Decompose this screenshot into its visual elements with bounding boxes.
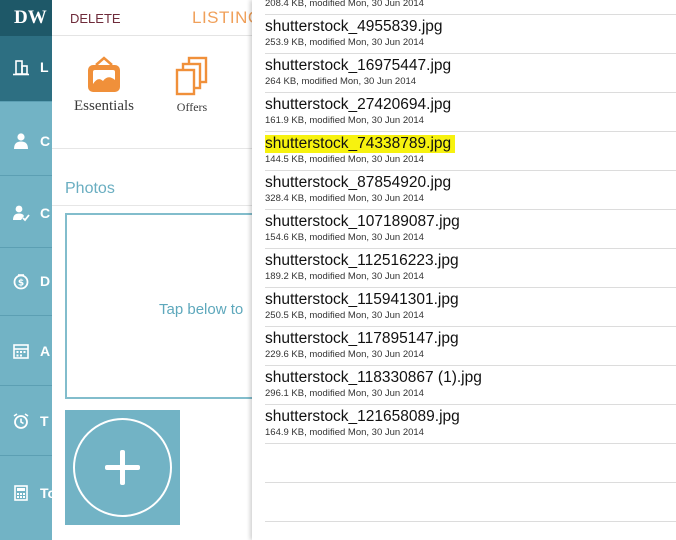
file-name: shutterstock_118330867 (1).jpg — [265, 369, 482, 386]
nav-item-tasks[interactable]: T — [0, 390, 52, 456]
file-meta: 250.5 KB, modified Mon, 30 Jun 2014 — [265, 310, 424, 321]
file-meta: 229.6 KB, modified Mon, 30 Jun 2014 — [265, 349, 424, 360]
file-name: shutterstock_112516223.jpg — [265, 252, 459, 269]
svg-text:$: $ — [18, 279, 24, 289]
nav-item-label: C — [40, 133, 51, 149]
nav-item-listings[interactable]: L — [0, 36, 52, 102]
file-meta: 189.2 KB, modified Mon, 30 Jun 2014 — [265, 271, 424, 282]
file-row[interactable]: shutterstock_16975447.jpg 264 KB, modifie… — [265, 54, 676, 93]
file-meta: 328.4 KB, modified Mon, 30 Jun 2014 — [265, 193, 424, 204]
calendar-icon — [12, 342, 30, 360]
alarm-clock-icon — [12, 412, 30, 430]
divider — [52, 205, 252, 206]
empty-row — [265, 522, 676, 540]
offers-label: Offers — [176, 100, 208, 114]
photos-heading: Photos — [65, 180, 115, 197]
file-row[interactable]: shutterstock_112516223.jpg 189.2 KB, modi… — [265, 249, 676, 288]
file-name: shutterstock_87854920.jpg — [265, 174, 452, 191]
file-name: shutterstock_74338789.jpg — [265, 135, 456, 153]
nav-item-tools[interactable]: To — [0, 462, 52, 528]
file-meta: 154.6 KB, modified Mon, 30 Jun 2014 — [265, 232, 424, 243]
money-bag-icon: $ — [12, 272, 30, 290]
file-meta: 296.1 KB, modified Mon, 30 Jun 2014 — [265, 388, 424, 399]
listing-panel: DELETE LISTING Essentials Offers Photos … — [52, 0, 265, 540]
file-row[interactable]: shutterstock_121658089.jpg 164.9 KB, modi… — [265, 405, 676, 444]
nav-item-appointments[interactable]: A — [0, 320, 52, 386]
essentials-label: Essentials — [74, 98, 134, 114]
essentials-button[interactable]: Essentials — [74, 56, 134, 115]
file-row[interactable]: shutterstock_27420694.jpg 161.9 KB, modif… — [265, 93, 676, 132]
file-meta: 208.4 KB, modified Mon, 30 Jun 2014 — [265, 0, 424, 9]
file-name: shutterstock_115941301.jpg — [265, 291, 459, 308]
nav-item-contacts[interactable]: C — [0, 110, 52, 176]
nav-item-label: C — [40, 205, 51, 221]
main-sidebar: DW L C C $ D A T To — [0, 0, 52, 540]
photo-drop-area: Tap below to — [65, 213, 265, 399]
file-row[interactable]: shutterstock_118330867 (1).jpg 296.1 KB, … — [265, 366, 676, 405]
person-icon — [12, 132, 30, 150]
file-row[interactable]: shutterstock_117895147.jpg 229.6 KB, modi… — [265, 327, 676, 366]
file-picker-popover: 208.4 KB, modified Mon, 30 Jun 2014 shutt… — [252, 0, 676, 540]
nav-item-label: To — [40, 485, 52, 501]
building-icon — [12, 58, 30, 76]
file-name: shutterstock_4955839.jpg — [265, 18, 443, 35]
nav-item-label: D — [40, 273, 51, 289]
nav-item-label: T — [40, 413, 49, 429]
app-logo: DW — [0, 0, 52, 36]
file-meta: 144.5 KB, modified Mon, 30 Jun 2014 — [265, 154, 424, 165]
file-row[interactable]: shutterstock_4955839.jpg 253.9 KB, modifi… — [265, 15, 676, 54]
stacked-pages-icon — [172, 56, 212, 96]
file-row[interactable]: shutterstock_74338789.jpg 144.5 KB, modif… — [265, 132, 676, 171]
plus-icon — [73, 418, 172, 517]
file-meta: 164.9 KB, modified Mon, 30 Jun 2014 — [265, 427, 424, 438]
file-name: shutterstock_121658089.jpg — [265, 408, 460, 425]
picture-frame-icon — [84, 56, 124, 96]
file-row[interactable]: shutterstock_107189087.jpg 154.6 KB, modi… — [265, 210, 676, 249]
file-meta: 161.9 KB, modified Mon, 30 Jun 2014 — [265, 115, 424, 126]
file-row[interactable]: shutterstock_115941301.jpg 250.5 KB, modi… — [265, 288, 676, 327]
nav-item-label: L — [40, 59, 49, 75]
file-meta: 253.9 KB, modified Mon, 30 Jun 2014 — [265, 37, 424, 48]
divider — [52, 148, 252, 149]
tap-instruction: Tap below to — [159, 301, 244, 318]
listing-top-bar: DELETE LISTING — [52, 0, 261, 36]
file-name: shutterstock_117895147.jpg — [265, 330, 459, 347]
nav-item-label: A — [40, 343, 51, 359]
empty-row — [265, 483, 676, 522]
file-name: shutterstock_27420694.jpg — [265, 96, 452, 113]
file-row[interactable]: 208.4 KB, modified Mon, 30 Jun 2014 — [265, 0, 676, 15]
file-name: shutterstock_107189087.jpg — [265, 213, 460, 230]
empty-row — [265, 444, 676, 483]
delete-button[interactable]: DELETE — [70, 11, 121, 26]
nav-item-clients[interactable]: C — [0, 182, 52, 248]
nav-item-deals[interactable]: $ D — [0, 250, 52, 316]
add-photo-button[interactable] — [65, 410, 180, 525]
file-row[interactable]: shutterstock_87854920.jpg 328.4 KB, modif… — [265, 171, 676, 210]
calculator-icon — [12, 484, 30, 502]
person-check-icon — [12, 204, 30, 222]
file-meta: 264 KB, modified Mon, 30 Jun 2014 — [265, 76, 417, 87]
file-name: shutterstock_16975447.jpg — [265, 57, 452, 74]
offers-button[interactable]: Offers — [172, 56, 212, 115]
